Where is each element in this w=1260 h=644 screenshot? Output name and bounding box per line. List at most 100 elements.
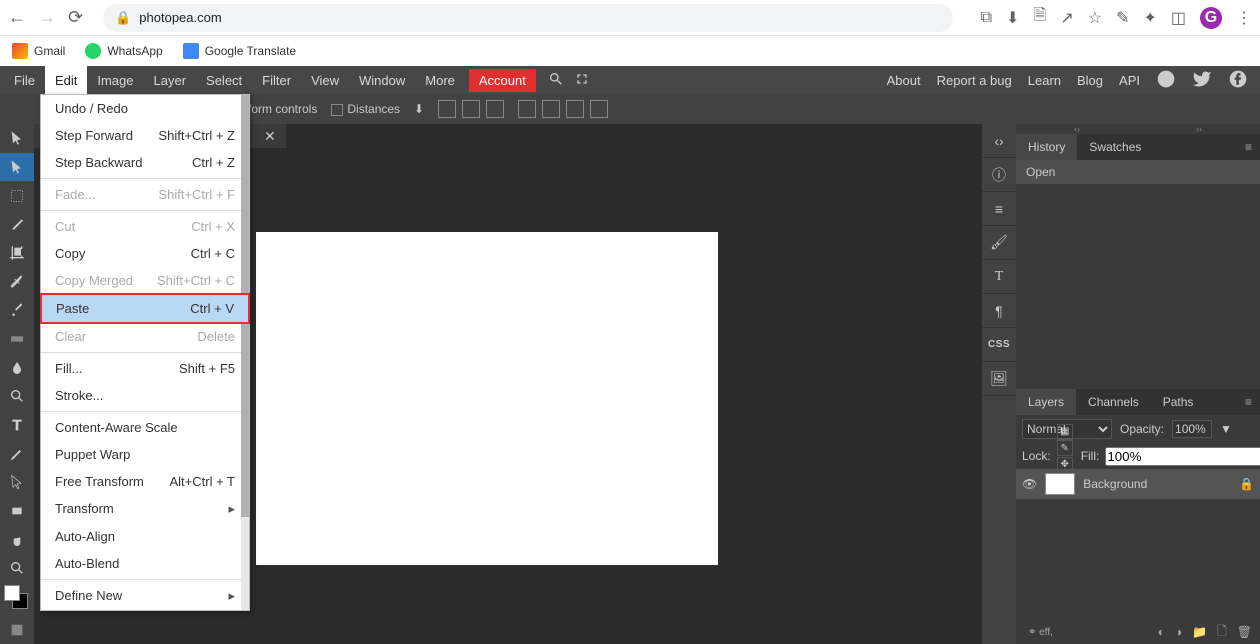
menu-item-step-backward[interactable]: Step BackwardCtrl + Z	[41, 149, 249, 176]
bookmark-whatsapp[interactable]: WhatsApp	[85, 43, 162, 59]
brush-tool[interactable]	[0, 296, 34, 325]
menu-more[interactable]: More	[415, 66, 465, 94]
link-blog[interactable]: Blog	[1077, 73, 1103, 88]
new-doc-icon[interactable]: 🗎	[1033, 4, 1046, 31]
distribute-3-icon[interactable]	[566, 100, 584, 118]
dodge-tool[interactable]	[0, 382, 34, 411]
distribute-1-icon[interactable]	[518, 100, 536, 118]
menu-item-fill-[interactable]: Fill...Shift + F5	[41, 355, 249, 382]
menu-layer[interactable]: Layer	[144, 66, 197, 94]
crop-tool[interactable]	[0, 239, 34, 268]
bookmark-google-translate[interactable]: Google Translate	[183, 43, 296, 59]
path-select-tool[interactable]	[0, 468, 34, 497]
menu-item-paste[interactable]: PasteCtrl + V	[40, 293, 250, 324]
delete-layer-icon[interactable]: 🗑	[1237, 625, 1252, 639]
hand-tool[interactable]	[0, 525, 34, 554]
quick-mask-tool[interactable]	[0, 615, 34, 644]
tab-swatches[interactable]: Swatches	[1077, 134, 1153, 160]
link-report-bug[interactable]: Report a bug	[937, 73, 1012, 88]
forward-button[interactable]: →	[38, 7, 56, 28]
history-item[interactable]: Open	[1016, 160, 1260, 184]
menu-image[interactable]: Image	[87, 66, 143, 94]
download-icon[interactable]: ⬇	[1006, 8, 1019, 28]
menu-item-step-forward[interactable]: Step ForwardShift+Ctrl + Z	[41, 122, 249, 149]
menu-item-auto-align[interactable]: Auto-Align	[41, 523, 249, 550]
panel-menu-icon[interactable]: ≡	[1237, 140, 1260, 154]
menu-item-content-aware-scale[interactable]: Content-Aware Scale	[41, 414, 249, 441]
distances-checkbox[interactable]	[331, 104, 343, 116]
menu-select[interactable]: Select	[196, 66, 252, 94]
kebab-menu-icon[interactable]: ⋮	[1236, 8, 1252, 28]
adjustments-icon[interactable]: ≡	[982, 192, 1016, 226]
shape-tool[interactable]	[0, 497, 34, 526]
menu-item-free-transform[interactable]: Free TransformAlt+Ctrl + T	[41, 468, 249, 495]
tab-channels[interactable]: Channels	[1076, 389, 1151, 415]
close-tab-icon[interactable]: ✕	[254, 128, 286, 145]
pen-tool[interactable]	[0, 439, 34, 468]
adjustment-layer-icon[interactable]: ◑	[1175, 625, 1182, 639]
link-about[interactable]: About	[887, 73, 921, 88]
layer-thumbnail[interactable]	[1045, 473, 1075, 495]
reddit-icon[interactable]	[1156, 69, 1176, 92]
menu-edit[interactable]: Edit	[45, 66, 87, 94]
marquee-tool[interactable]	[0, 181, 34, 210]
artboard-tool[interactable]	[0, 153, 34, 182]
opacity-input[interactable]	[1172, 420, 1212, 438]
bookmark-star-icon[interactable]: ☆	[1088, 8, 1102, 28]
facebook-icon[interactable]	[1228, 69, 1248, 92]
tab-paths[interactable]: Paths	[1151, 389, 1206, 415]
zoom-tool[interactable]	[0, 554, 34, 583]
menu-item-define-new[interactable]: Define New▸	[41, 582, 249, 610]
lock-pixels-icon[interactable]: ▦	[1057, 424, 1073, 440]
menu-file[interactable]: File	[4, 66, 45, 94]
align-left-icon[interactable]	[438, 100, 456, 118]
menu-item-copy[interactable]: CopyCtrl + C	[41, 240, 249, 267]
mask-icon[interactable]: ◐	[1158, 625, 1165, 639]
folder-icon[interactable]: 📁	[1192, 625, 1207, 639]
character-icon[interactable]: T	[982, 260, 1016, 294]
menu-item-puppet-warp[interactable]: Puppet Warp	[41, 441, 249, 468]
visibility-eye-icon[interactable]: 👁	[1022, 477, 1037, 491]
share-icon[interactable]: ↗	[1060, 8, 1073, 28]
color-swatches[interactable]	[0, 583, 34, 616]
image-panel-icon[interactable]: 🖼	[982, 362, 1016, 396]
menu-account[interactable]: Account	[469, 69, 536, 92]
sidepanel-icon[interactable]: ◫	[1171, 8, 1186, 28]
menu-filter[interactable]: Filter	[252, 66, 301, 94]
panel-menu-icon[interactable]: ≡	[1237, 395, 1260, 409]
extensions-icon[interactable]: ✦	[1143, 8, 1156, 28]
bookmark-gmail[interactable]: Gmail	[12, 43, 65, 59]
reload-button[interactable]: ⟳	[68, 7, 83, 28]
eyedropper-ext-icon[interactable]: ✎	[1116, 8, 1129, 28]
gradient-tool[interactable]	[0, 325, 34, 354]
foreground-color-swatch[interactable]	[4, 585, 20, 601]
profile-avatar[interactable]: G	[1200, 7, 1222, 29]
link-layers-icon[interactable]: ⚭ eff,	[1024, 627, 1053, 638]
download-tool-icon[interactable]: ⬇	[414, 102, 424, 116]
new-layer-icon[interactable]: 🗋	[1217, 622, 1227, 643]
wand-tool[interactable]	[0, 210, 34, 239]
expand-panels-icon[interactable]: ‹›	[982, 124, 1016, 158]
twitter-icon[interactable]	[1192, 69, 1212, 92]
menu-view[interactable]: View	[301, 66, 349, 94]
link-learn[interactable]: Learn	[1028, 73, 1061, 88]
fullscreen-icon[interactable]	[574, 71, 590, 90]
tab-layers[interactable]: Layers	[1016, 389, 1076, 415]
search-icon[interactable]	[548, 71, 564, 90]
canvas[interactable]	[256, 232, 718, 565]
back-button[interactable]: ←	[8, 7, 26, 28]
menu-window[interactable]: Window	[349, 66, 415, 94]
align-right-icon[interactable]	[486, 100, 504, 118]
menu-item-transform[interactable]: Transform▸	[41, 495, 249, 523]
info-icon[interactable]: ⓘ	[982, 158, 1016, 192]
opacity-dropdown-icon[interactable]: ▼	[1220, 422, 1232, 436]
distribute-4-icon[interactable]	[590, 100, 608, 118]
install-icon[interactable]: ⧉	[981, 9, 992, 27]
move-tool[interactable]	[0, 124, 34, 153]
paragraph-icon[interactable]: ¶	[982, 294, 1016, 328]
blur-tool[interactable]	[0, 353, 34, 382]
eyedropper-tool[interactable]	[0, 267, 34, 296]
distribute-2-icon[interactable]	[542, 100, 560, 118]
lock-brush-icon[interactable]: ✎	[1057, 440, 1073, 456]
address-bar[interactable]: 🔒 photopea.com	[103, 4, 953, 32]
